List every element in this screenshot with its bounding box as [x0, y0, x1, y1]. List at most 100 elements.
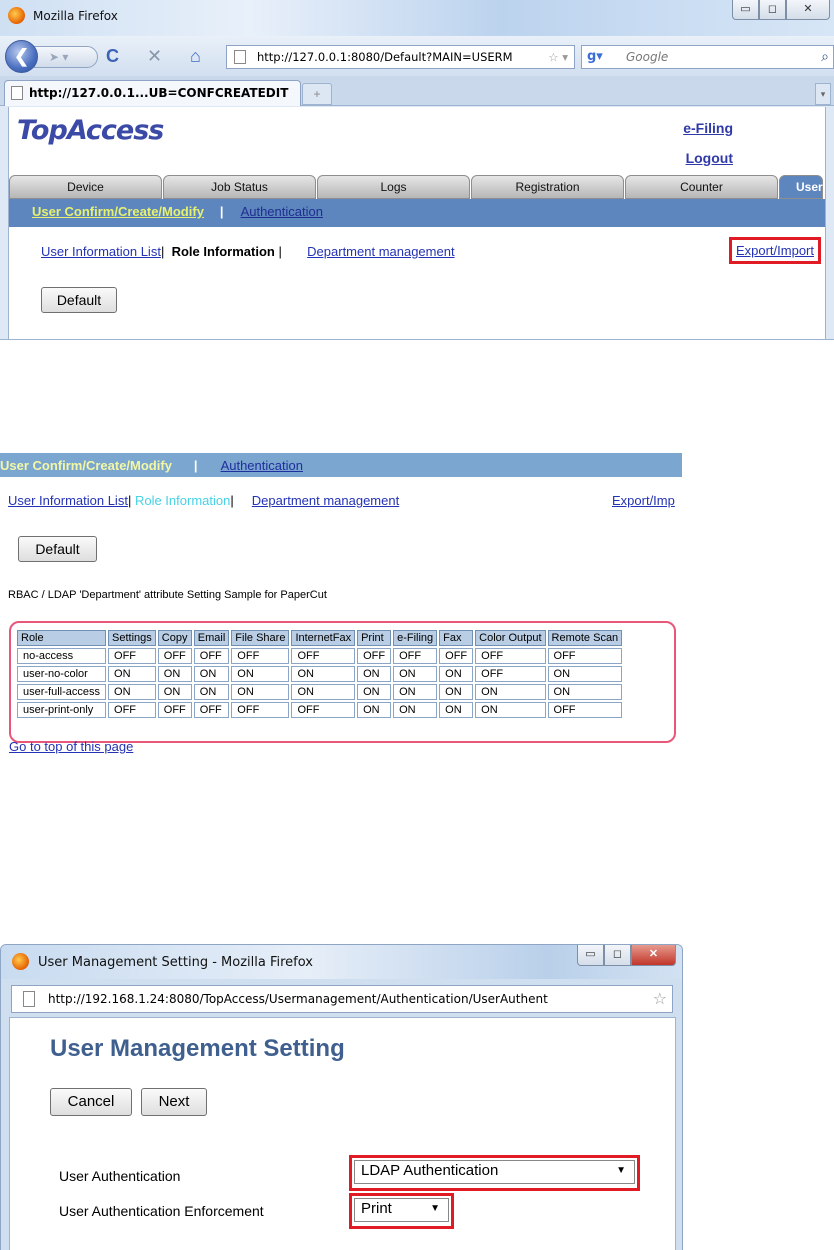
sample-description: RBAC / LDAP 'Department' attribute Setti…: [8, 589, 327, 601]
authentication-link[interactable]: Authentication: [241, 204, 323, 219]
user-authentication-label: User Authentication: [59, 1168, 181, 1184]
table-cell: ON: [475, 684, 546, 700]
tab-device[interactable]: Device: [9, 175, 162, 199]
rbac-table-highlight: Role Settings Copy Email File Share Inte…: [9, 621, 676, 743]
department-management-link[interactable]: Department management: [307, 244, 454, 259]
table-cell: ON: [357, 684, 392, 700]
reload-icon[interactable]: C: [106, 45, 119, 67]
user-information-list-link[interactable]: User Information List: [8, 493, 128, 508]
separator: |: [219, 204, 224, 219]
table-cell: OFF: [157, 648, 192, 664]
user-authentication-enforcement-select[interactable]: Print ▼: [354, 1198, 449, 1222]
minimize-icon[interactable]: ▭: [732, 0, 759, 20]
table-cell: ON: [231, 684, 290, 700]
url-bar[interactable]: http://192.168.1.24:8080/TopAccess/Userm…: [11, 985, 673, 1013]
table-cell: user-full-access: [17, 684, 107, 700]
bookmark-star-icon[interactable]: ☆: [653, 986, 667, 1012]
user-authentication-enforcement-value: Print: [361, 1200, 392, 1217]
bookmark-star-icon[interactable]: ☆ ▾: [548, 46, 568, 68]
column-header: Print: [357, 630, 392, 646]
firefox-window-topaccess: Mozilla Firefox ▭ ◻ ✕ ➤ ▾ ❮ C ✕ ⌂ http:/…: [0, 0, 834, 340]
default-button[interactable]: Default: [41, 287, 117, 313]
window-controls: ▭ ◻ ✕: [577, 945, 676, 966]
go-to-top-link[interactable]: Go to top of this page: [9, 739, 133, 754]
column-header: Color Output: [475, 630, 546, 646]
tab-logs[interactable]: Logs: [317, 175, 470, 199]
maximize-icon[interactable]: ◻: [759, 0, 786, 20]
back-button[interactable]: ❮: [5, 40, 38, 73]
efiling-link[interactable]: e-Filing: [683, 120, 733, 136]
table-cell: ON: [108, 684, 156, 700]
table-cell: user-print-only: [17, 702, 107, 718]
topaccess-logo: TopAccess: [17, 115, 164, 146]
table-row: user-full-access ON ON ON ON ON ON ON ON…: [17, 684, 623, 700]
user-authentication-enforcement-label: User Authentication Enforcement: [59, 1203, 264, 1219]
home-icon[interactable]: ⌂: [190, 45, 201, 67]
table-cell: ON: [393, 702, 438, 718]
authentication-link[interactable]: Authentication: [221, 458, 303, 473]
tab-strip: http://127.0.0.1...UB=CONFCREATEDIT + ▾: [0, 76, 834, 106]
table-cell: no-access: [17, 648, 107, 664]
next-button[interactable]: Next: [141, 1088, 207, 1116]
user-authentication-select[interactable]: LDAP Authentication ▼: [354, 1160, 635, 1184]
topaccess-page: TopAccess e-Filing Logout Device Job Sta…: [8, 107, 826, 339]
column-header: e-Filing: [393, 630, 438, 646]
navigation-toolbar: ➤ ▾ ❮ C ✕ ⌂ http://127.0.0.1:8080/Defaul…: [0, 36, 834, 76]
search-icon[interactable]: ⌕: [821, 46, 829, 68]
new-tab-button[interactable]: +: [302, 83, 332, 105]
table-header-row: Role Settings Copy Email File Share Inte…: [17, 630, 623, 646]
sub-navigation: User Confirm/Create/Modify | Authenticatio…: [0, 453, 682, 477]
role-information-label: Role Information: [134, 493, 231, 508]
browser-tab[interactable]: http://127.0.0.1...UB=CONFCREATEDIT: [4, 80, 301, 106]
table-cell: ON: [108, 666, 156, 682]
logout-link[interactable]: Logout: [686, 150, 733, 166]
stop-icon[interactable]: ✕: [147, 45, 162, 67]
url-bar[interactable]: http://127.0.0.1:8080/Default?MAIN=USERM…: [226, 45, 575, 69]
sub-navigation: User Confirm/Create/Modify | Authenticatio…: [9, 199, 825, 227]
table-cell: OFF: [108, 702, 156, 718]
cancel-button[interactable]: Cancel: [50, 1088, 132, 1116]
chevron-down-icon: ▼: [616, 1165, 626, 1176]
table-cell: OFF: [291, 702, 356, 718]
table-cell: user-no-color: [17, 666, 107, 682]
table-cell: OFF: [393, 648, 438, 664]
tab-counter[interactable]: Counter: [625, 175, 778, 199]
close-icon[interactable]: ✕: [786, 0, 830, 20]
tab-user[interactable]: User: [779, 175, 823, 199]
table-cell: ON: [231, 666, 290, 682]
main-tabs: Device Job Status Logs Registration Coun…: [9, 175, 825, 199]
minimize-icon[interactable]: ▭: [577, 945, 604, 966]
close-icon[interactable]: ✕: [631, 945, 676, 966]
window-controls: ▭ ◻ ✕: [732, 0, 830, 24]
search-input[interactable]: g▾ Google ⌕: [581, 45, 834, 69]
url-text: http://192.168.1.24:8080/TopAccess/Userm…: [48, 992, 548, 1006]
table-cell: OFF: [193, 702, 230, 718]
user-management-form: User Management Setting Cancel Next User…: [9, 1017, 676, 1250]
default-button[interactable]: Default: [18, 536, 97, 562]
column-header: Fax: [439, 630, 474, 646]
separator: |: [160, 244, 165, 259]
table-cell: OFF: [231, 648, 290, 664]
tab-job-status[interactable]: Job Status: [163, 175, 316, 199]
table-cell: OFF: [157, 702, 192, 718]
tab-registration[interactable]: Registration: [471, 175, 624, 199]
export-import-link[interactable]: Export/Import: [728, 237, 821, 264]
separator: |: [127, 493, 132, 508]
user-confirm-create-modify-link[interactable]: User Confirm/Create/Modify: [0, 458, 172, 473]
export-import-link[interactable]: Export/Imp: [612, 493, 675, 508]
column-header: Copy: [157, 630, 192, 646]
table-cell: OFF: [291, 648, 356, 664]
tab-list-icon[interactable]: ▾: [815, 83, 831, 105]
maximize-icon[interactable]: ◻: [604, 945, 631, 966]
table-cell: OFF: [547, 702, 623, 718]
table-cell: ON: [357, 666, 392, 682]
table-cell: OFF: [193, 648, 230, 664]
third-navigation: User Information List| Role Information …: [41, 244, 821, 259]
department-management-link[interactable]: Department management: [252, 493, 399, 508]
forward-button[interactable]: ➤ ▾: [34, 46, 98, 68]
third-navigation: User Information List| Role Information|…: [8, 493, 399, 508]
window-title: Mozilla Firefox: [33, 9, 118, 23]
user-information-list-link[interactable]: User Information List: [41, 244, 161, 259]
google-icon[interactable]: g▾: [587, 49, 603, 65]
user-confirm-create-modify-link[interactable]: User Confirm/Create/Modify: [32, 204, 204, 219]
